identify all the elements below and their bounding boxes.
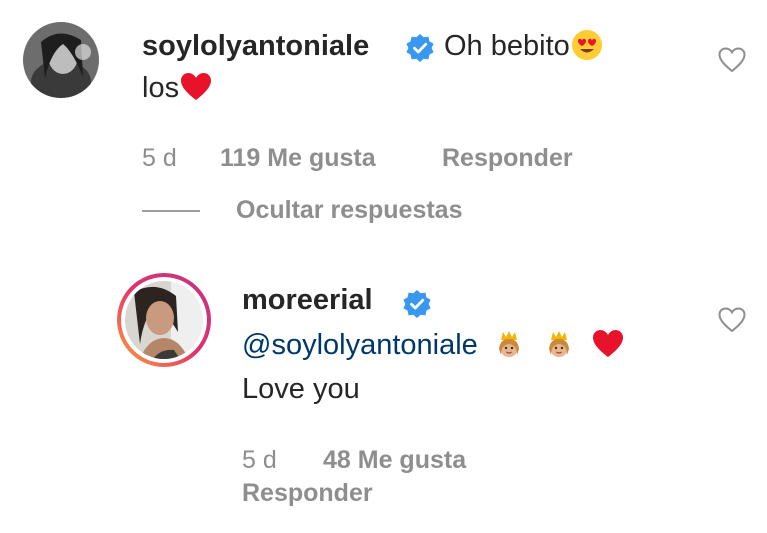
hide-replies-button[interactable]: Ocultar respuestas [236,196,463,225]
reply-avatar[interactable] [116,272,212,368]
comment-username[interactable]: soylolyantoniale [142,30,369,63]
reply-mention-link[interactable]: @soylolyantoniale [242,329,478,361]
comment-text-part2: los [142,72,180,104]
reply-text-line2: Love you [242,373,360,405]
comment-likes-count[interactable]: 119 Me gusta [220,144,376,173]
verified-badge-icon [403,290,431,318]
comment-like-heart-icon[interactable] [718,47,746,73]
hide-replies-divider [142,210,200,212]
comment-text-line1: Oh bebito [444,30,603,63]
reply-username[interactable]: moreerial [242,284,373,317]
reply-reply-button[interactable]: Responder [242,479,373,508]
comment-text-part1: Oh bebito [444,30,570,62]
red-heart-emoji [592,330,623,358]
reply-text-line1: @soylolyantoniale [242,329,624,362]
comment-text-line2: los [142,72,212,105]
princess-emoji [548,331,569,358]
comment-reply-button[interactable]: Responder [442,144,573,173]
comment-avatar[interactable] [23,22,99,98]
verified-badge-icon [406,34,434,62]
princess-emoji [498,331,519,358]
comment-time[interactable]: 5 d [142,144,177,173]
reply-like-heart-icon[interactable] [718,307,746,333]
reply-time[interactable]: 5 d [242,446,277,475]
reply-likes-count[interactable]: 48 Me gusta [323,446,466,475]
red-heart-emoji [181,73,212,101]
heart-eyes-emoji [571,30,602,61]
